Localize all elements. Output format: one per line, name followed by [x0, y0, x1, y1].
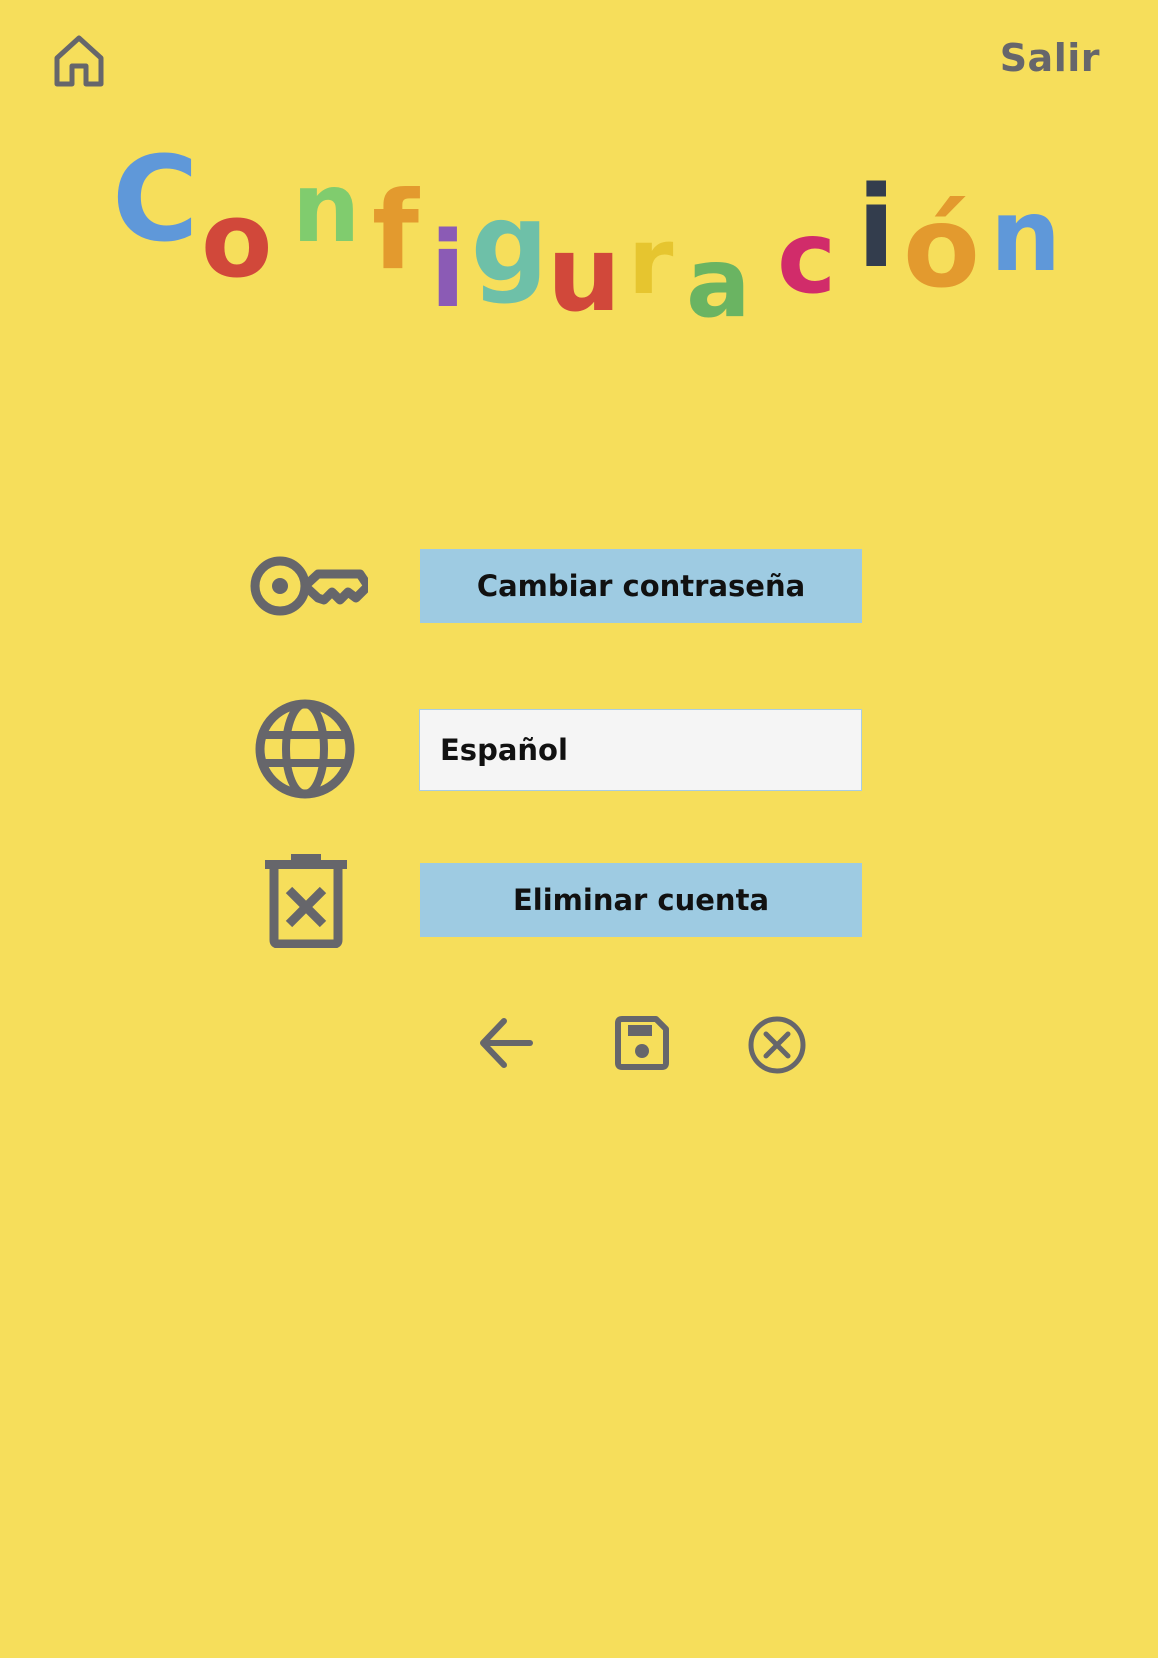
title-letter: u [547, 213, 622, 335]
trash-x-icon [265, 854, 347, 952]
language-value: Español [440, 733, 568, 767]
save-button[interactable] [614, 1015, 670, 1075]
page-title: C o n f i g u r a c i ó n [0, 0, 1158, 360]
title-letter: ó [903, 183, 980, 313]
close-circle-icon [748, 1016, 806, 1074]
title-letter: n [990, 177, 1062, 294]
title-letter: i [430, 209, 466, 331]
key-icon [248, 552, 373, 626]
title-letter: f [372, 169, 419, 294]
globe-icon [254, 698, 356, 804]
title-letter: i [857, 163, 896, 293]
save-icon [615, 1016, 669, 1070]
language-select[interactable]: Español [419, 709, 862, 791]
title-letter: n [292, 152, 361, 264]
title-letter: a [686, 227, 751, 339]
back-button[interactable] [478, 1015, 534, 1075]
arrow-left-icon [480, 1018, 533, 1068]
title-letter: c [777, 199, 837, 316]
cancel-button[interactable] [747, 1015, 807, 1079]
title-letter: g [471, 181, 549, 306]
title-letter: C [112, 130, 199, 268]
title-letter: r [628, 208, 674, 315]
change-password-button[interactable]: Cambiar contraseña [420, 549, 862, 623]
delete-account-button[interactable]: Eliminar cuenta [420, 863, 862, 937]
title-letter: o [201, 179, 273, 301]
